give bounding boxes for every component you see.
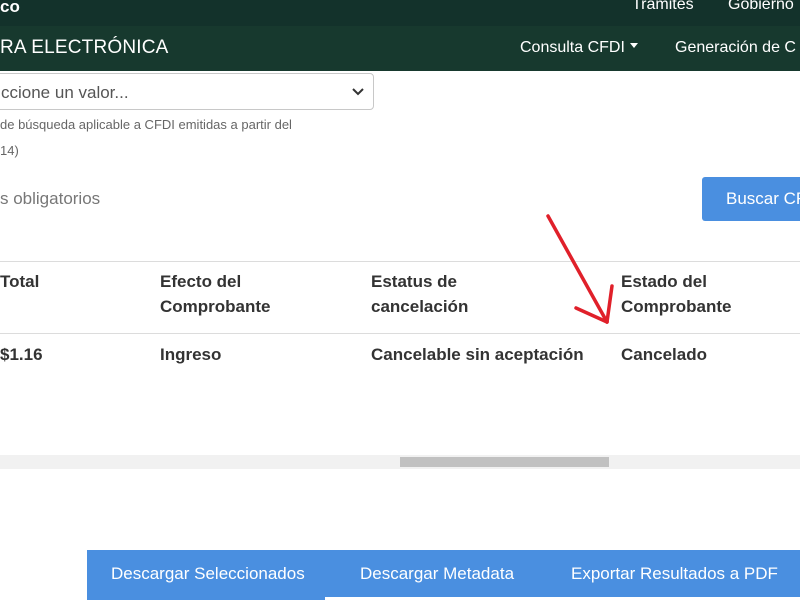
caret-down-icon: [629, 43, 638, 49]
table-horizontal-scrollbar[interactable]: [0, 455, 800, 469]
required-fields-note: s obligatorios: [0, 189, 101, 208]
cell-estado: Cancelado: [621, 345, 707, 364]
cell-estatus-cancelacion: Cancelable sin aceptación: [371, 345, 584, 364]
table-top-border: [0, 261, 800, 262]
cell-efecto: Ingreso: [160, 345, 222, 364]
search-type-select[interactable]: ccione un valor...: [0, 73, 374, 110]
help-text-line2: 14): [0, 143, 19, 158]
cell-total: $1.16: [0, 345, 43, 364]
header-estado: Estado del Comprobante: [621, 272, 732, 316]
download-selected-button[interactable]: Descargar Seleccionados: [111, 564, 305, 584]
menu-consulta-cfdi[interactable]: Consulta CFDI: [520, 39, 638, 57]
download-metadata-button[interactable]: Descargar Metadata: [360, 564, 514, 584]
header-efecto: Efecto del Comprobante: [160, 272, 271, 316]
menu-generacion[interactable]: Generación de C: [675, 39, 796, 57]
top-government-bar: co Trámites Gobierno: [0, 0, 800, 26]
scrollbar-thumb[interactable]: [400, 457, 609, 467]
search-cfdi-button[interactable]: Buscar CF: [702, 177, 800, 221]
header-total: Total: [0, 272, 40, 291]
red-arrow-annotation: [546, 214, 614, 324]
menu-consulta-label: Consulta CFDI: [520, 39, 625, 56]
help-text-line1: de búsqueda aplicable a CFDI emitidas a …: [0, 117, 292, 132]
table-header-border: [0, 333, 800, 334]
chevron-down-icon: [352, 88, 364, 96]
select-value: ccione un valor...: [1, 83, 129, 102]
export-pdf-button[interactable]: Exportar Resultados a PDF: [571, 564, 778, 584]
logo-text-fragment: co: [0, 0, 20, 16]
gobierno-link[interactable]: Gobierno: [728, 0, 794, 14]
app-navbar: RA ELECTRÓNICA Consulta CFDI Generación …: [0, 26, 800, 71]
bottom-action-bar: Descargar Seleccionados Descargar Metada…: [87, 550, 800, 600]
tramites-link[interactable]: Trámites: [632, 0, 694, 14]
app-brand-title: RA ELECTRÓNICA: [0, 37, 169, 58]
header-estatus-cancelacion: Estatus de cancelación: [371, 272, 469, 316]
